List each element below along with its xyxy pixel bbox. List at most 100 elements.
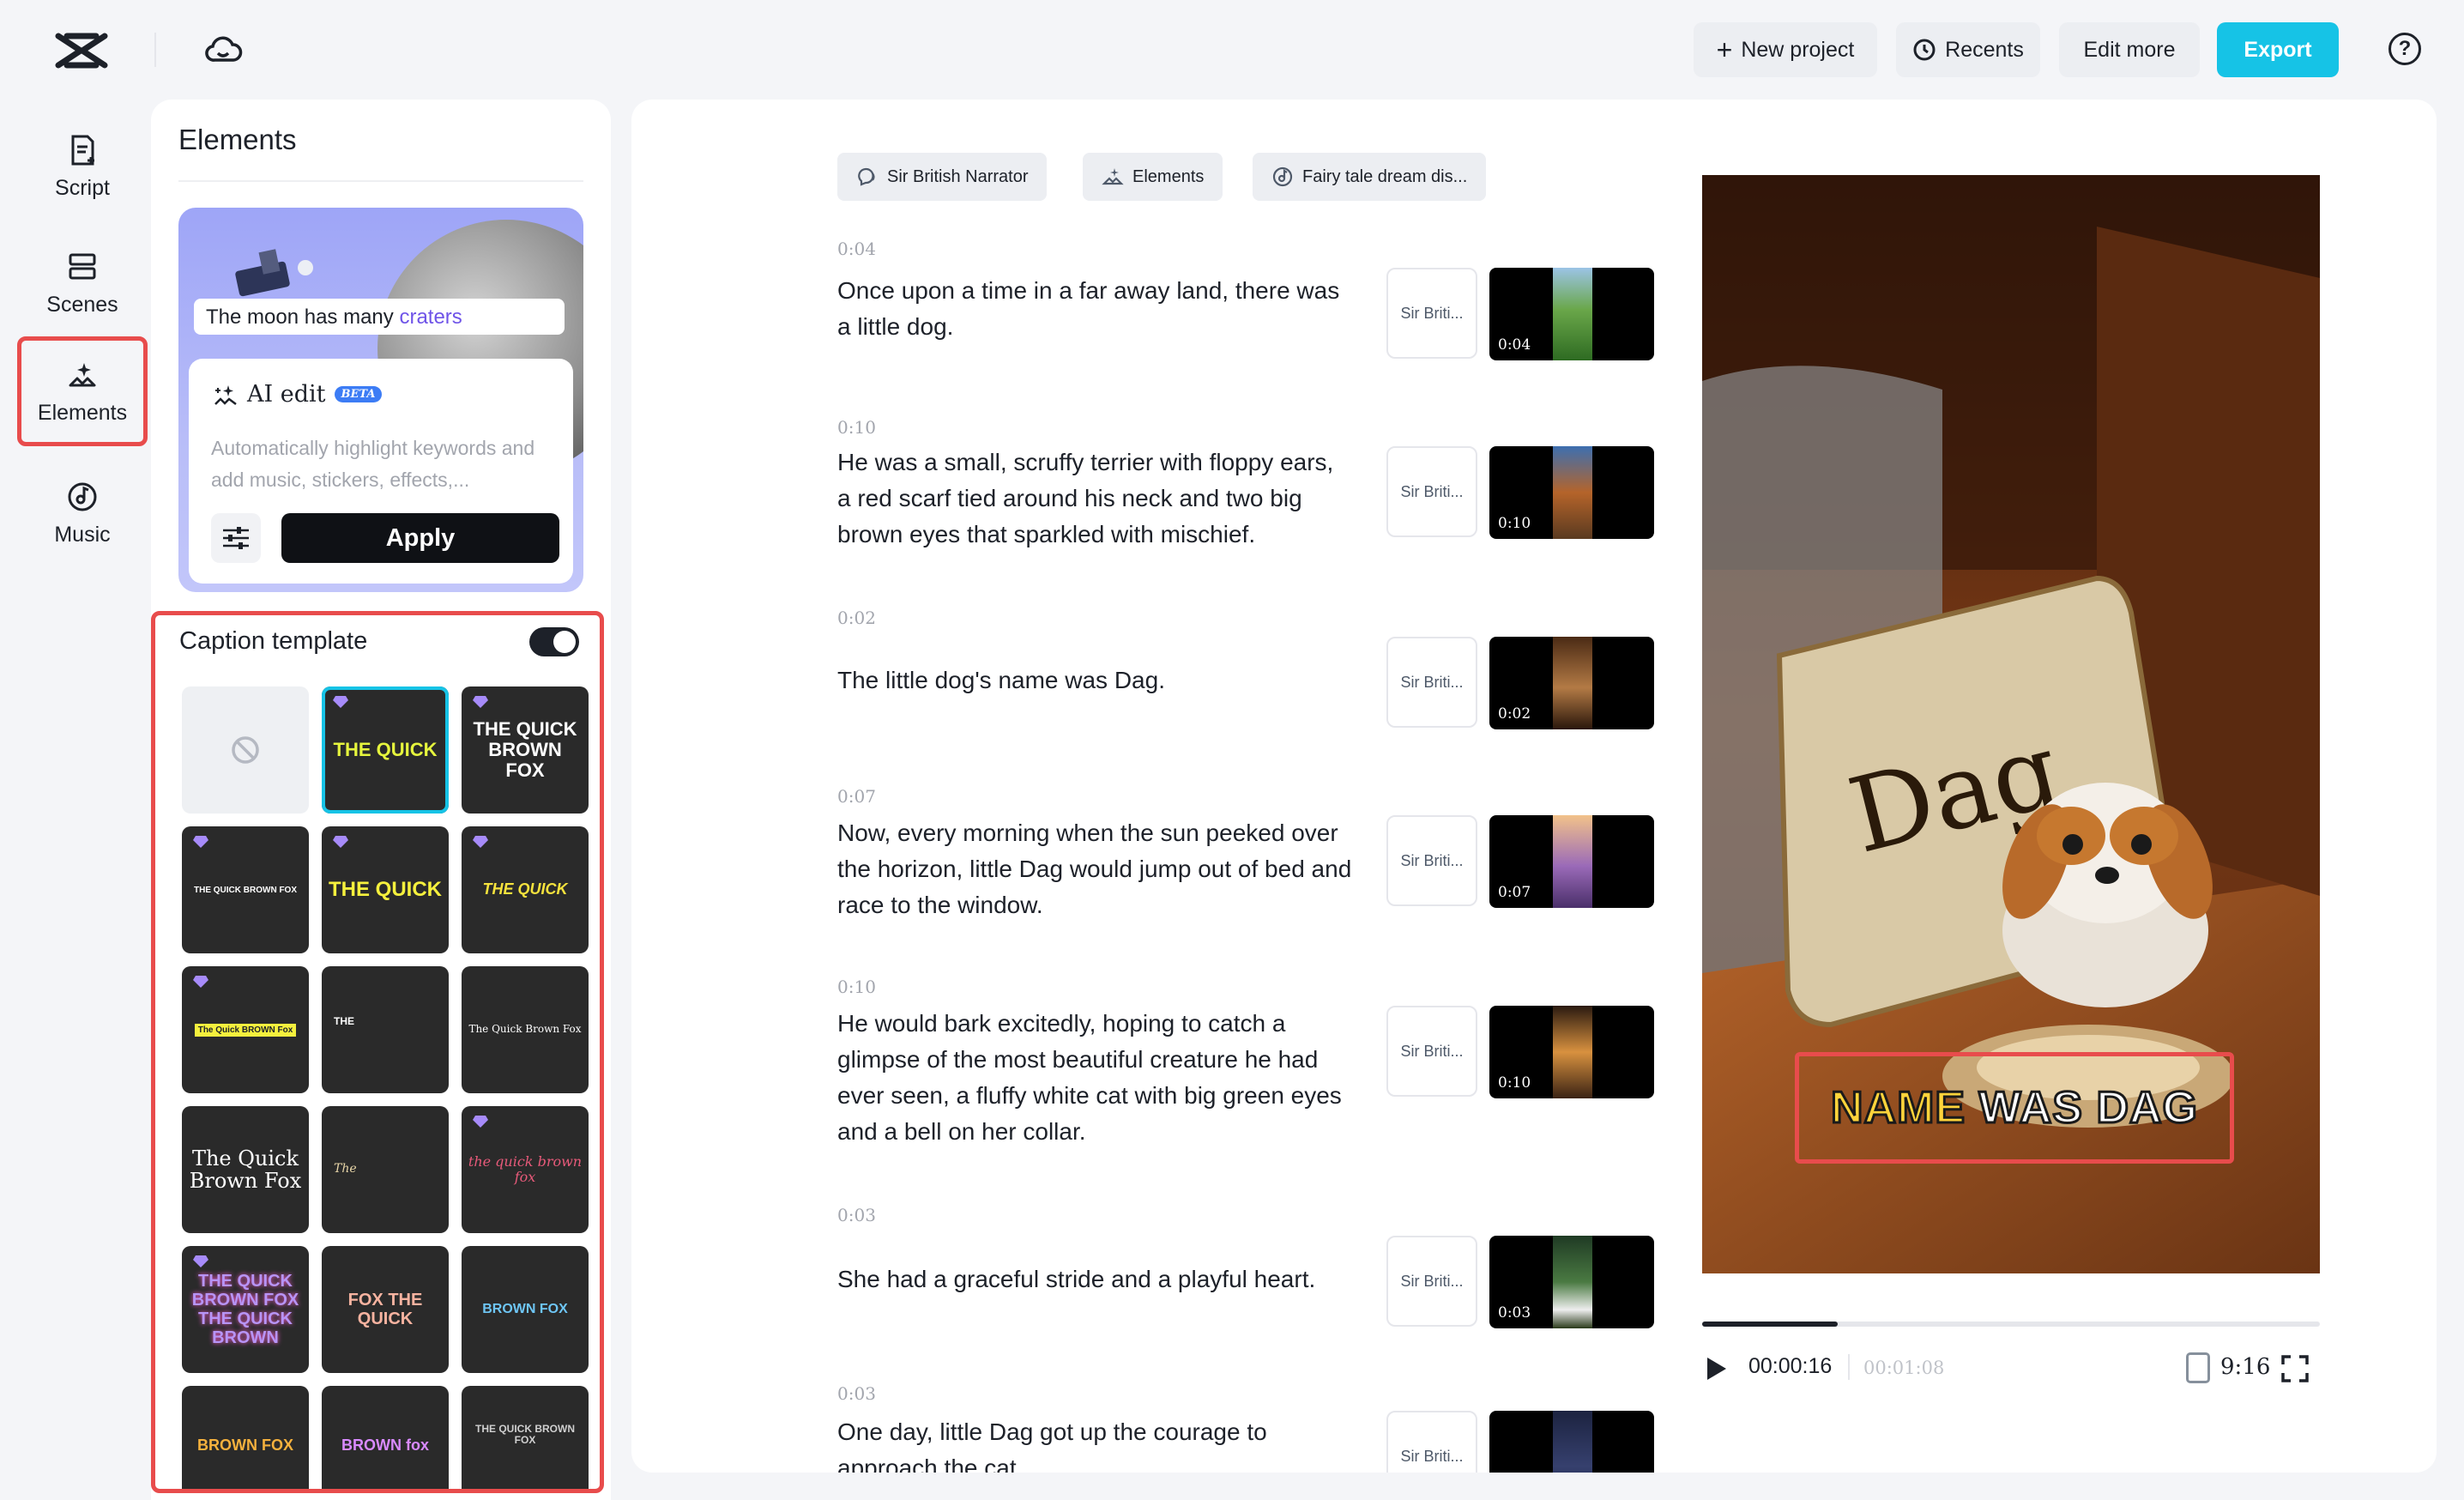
scene-time: 0:02 xyxy=(837,608,1678,628)
scene-text[interactable]: She had a graceful stride and a playful … xyxy=(837,1261,1352,1297)
caption-tile[interactable]: FOX THE QUICK xyxy=(322,1246,449,1373)
premium-gem-icon xyxy=(472,695,489,709)
scene-text[interactable]: One day, little Dag got up the courage t… xyxy=(837,1414,1352,1473)
capcut-logo-icon[interactable] xyxy=(55,29,108,72)
scene-row[interactable]: 0:07 Now, every morning when the sun pee… xyxy=(837,786,1678,958)
new-project-button[interactable]: + New project xyxy=(1694,22,1877,77)
aspect-ratio-icon[interactable] xyxy=(2186,1352,2210,1383)
scene-text[interactable]: Now, every morning when the sun peeked o… xyxy=(837,815,1352,923)
scene-row[interactable]: 0:04 Once upon a time in a far away land… xyxy=(837,239,1678,410)
scene-row[interactable]: 0:10 He would bark excitedly, hoping to … xyxy=(837,977,1678,1174)
nav-item-elements[interactable]: Elements xyxy=(17,336,148,446)
scene-voice-button[interactable]: Sir Briti... xyxy=(1386,268,1477,359)
preview-caption[interactable]: NAME WAS DAG xyxy=(1795,1052,2234,1164)
scene-thumbnail[interactable]: 0:02 xyxy=(1489,637,1654,729)
caption-tile[interactable]: the quick brown fox xyxy=(462,1106,589,1233)
thumbnail-image xyxy=(1553,1411,1592,1473)
caption-tile[interactable]: BROWN FOX xyxy=(182,1386,309,1493)
caption-tile[interactable]: BROWN FOX xyxy=(462,1246,589,1373)
edit-more-button[interactable]: Edit more xyxy=(2059,22,2200,77)
scene-voice-button[interactable]: Sir Briti... xyxy=(1386,1006,1477,1097)
scene-voice-button[interactable]: Sir Briti... xyxy=(1386,637,1477,728)
scene-text[interactable]: Once upon a time in a far away land, the… xyxy=(837,273,1352,345)
scene-duration: 0:03 xyxy=(1498,1304,1531,1322)
voice-icon xyxy=(856,166,879,188)
scene-voice-button[interactable]: Sir Briti... xyxy=(1386,815,1477,906)
scene-text[interactable]: He would bark excitedly, hoping to catch… xyxy=(837,1006,1352,1150)
premium-gem-icon xyxy=(332,835,349,849)
caption-tile[interactable]: THE QUICK BROWN FOX THE QUICK BROWN xyxy=(182,1246,309,1373)
voice-chip[interactable]: Sir British Narrator xyxy=(837,153,1047,201)
divider xyxy=(178,180,583,182)
scene-row[interactable]: 0:02 The little dog's name was Dag. Sir … xyxy=(837,608,1678,779)
caption-tile-text: The xyxy=(329,1163,362,1176)
caption-word: WAS DAG xyxy=(1979,1082,2198,1134)
scene-thumbnail[interactable]: 0:10 xyxy=(1489,1006,1654,1098)
music-icon xyxy=(1271,166,1294,188)
scene-row[interactable]: 0:03 She had a graceful stride and a pla… xyxy=(837,1205,1678,1376)
current-time: 00:00:16 xyxy=(1748,1354,1832,1379)
premium-gem-icon xyxy=(192,835,209,849)
caption-tile[interactable]: THE QUICK xyxy=(462,826,589,953)
caption-tile[interactable]: The Quick Brown Fox xyxy=(462,966,589,1093)
caption-tile-text: THE xyxy=(329,1016,359,1027)
scene-row[interactable]: 0:10 He was a small, scruffy terrier wit… xyxy=(837,417,1678,589)
playback-progress[interactable] xyxy=(1702,1322,2320,1327)
caption-tile[interactable]: THE QUICK BROWN FOX xyxy=(182,826,309,953)
progress-fill xyxy=(1702,1322,1838,1327)
apply-button[interactable]: Apply xyxy=(281,513,559,563)
scene-thumbnail[interactable] xyxy=(1489,1411,1654,1473)
help-icon[interactable]: ? xyxy=(2389,33,2421,65)
scene-voice-button[interactable]: Sir Briti... xyxy=(1386,446,1477,537)
export-button[interactable]: Export xyxy=(2217,22,2339,77)
scene-thumbnail[interactable]: 0:07 xyxy=(1489,815,1654,908)
caption-tile[interactable]: THE QUICK BROWN FOX xyxy=(462,1386,589,1493)
cloud-icon[interactable] xyxy=(202,31,244,69)
scene-row[interactable]: 0:03 One day, little Dag got up the cour… xyxy=(837,1383,1678,1473)
recents-button[interactable]: Recents xyxy=(1896,22,2040,77)
caption-tile-none[interactable] xyxy=(182,686,309,814)
scene-text[interactable]: He was a small, scruffy terrier with flo… xyxy=(837,445,1352,553)
panel-title: Elements xyxy=(178,124,297,156)
scene-thumbnail[interactable]: 0:04 xyxy=(1489,268,1654,360)
caption-template-toggle[interactable] xyxy=(529,627,579,656)
scene-text[interactable]: The little dog's name was Dag. xyxy=(837,662,1352,699)
fullscreen-icon[interactable] xyxy=(2280,1354,2310,1383)
scene-voice-button[interactable]: Sir Briti... xyxy=(1386,1411,1477,1473)
nav-item-music[interactable]: Music xyxy=(17,458,148,568)
music-icon xyxy=(65,480,100,514)
nav-item-script[interactable]: Script xyxy=(17,112,148,221)
sliders-icon xyxy=(221,525,251,551)
music-chip[interactable]: Fairy tale dream dis... xyxy=(1253,153,1486,201)
scene-voice-button[interactable]: Sir Briti... xyxy=(1386,1236,1477,1327)
caption-tile[interactable]: BROWN fox xyxy=(322,1386,449,1493)
chip-label: Fairy tale dream dis... xyxy=(1302,167,1467,187)
elements-icon xyxy=(1102,166,1124,188)
elements-panel: Elements The moon has many craters AI ed… xyxy=(151,100,611,1500)
premium-gem-icon xyxy=(472,835,489,849)
nav-item-scenes[interactable]: Scenes xyxy=(17,228,148,338)
caption-tile-text: THE QUICK BROWN FOX xyxy=(462,719,589,782)
scene-thumbnail[interactable]: 0:10 xyxy=(1489,446,1654,539)
caption-tile[interactable]: The Quick Brown Fox xyxy=(182,1106,309,1233)
nav-item-label: Script xyxy=(55,176,110,201)
scene-time: 0:03 xyxy=(837,1383,1678,1404)
ai-edit-title: AI edit BETA xyxy=(213,381,382,408)
ai-edit-card: AI edit BETA Automatically highlight key… xyxy=(189,359,573,584)
scene-thumbnail[interactable]: 0:03 xyxy=(1489,1236,1654,1328)
ai-edit-settings-button[interactable] xyxy=(211,513,261,563)
caption-tile[interactable]: The Quick BROWN Fox xyxy=(182,966,309,1093)
elements-chip[interactable]: Elements xyxy=(1083,153,1223,201)
caption-tile[interactable]: THE QUICK xyxy=(322,686,449,814)
caption-tile[interactable]: THE xyxy=(322,966,449,1093)
caption-tile-text: THE QUICK BROWN FOX xyxy=(189,886,302,895)
caption-tile[interactable]: The xyxy=(322,1106,449,1233)
divider xyxy=(1848,1354,1850,1380)
plus-icon: + xyxy=(1717,36,1733,64)
promo-caption-keyword: craters xyxy=(399,305,462,329)
caption-tile[interactable]: THE QUICK BROWN FOX xyxy=(462,686,589,814)
caption-tile[interactable]: THE QUICK xyxy=(322,826,449,953)
play-icon[interactable] xyxy=(1707,1358,1726,1380)
aspect-ratio-label[interactable]: 9:16 xyxy=(2220,1354,2270,1380)
caption-tile-text: THE QUICK BROWN FOX THE QUICK BROWN xyxy=(182,1272,309,1347)
